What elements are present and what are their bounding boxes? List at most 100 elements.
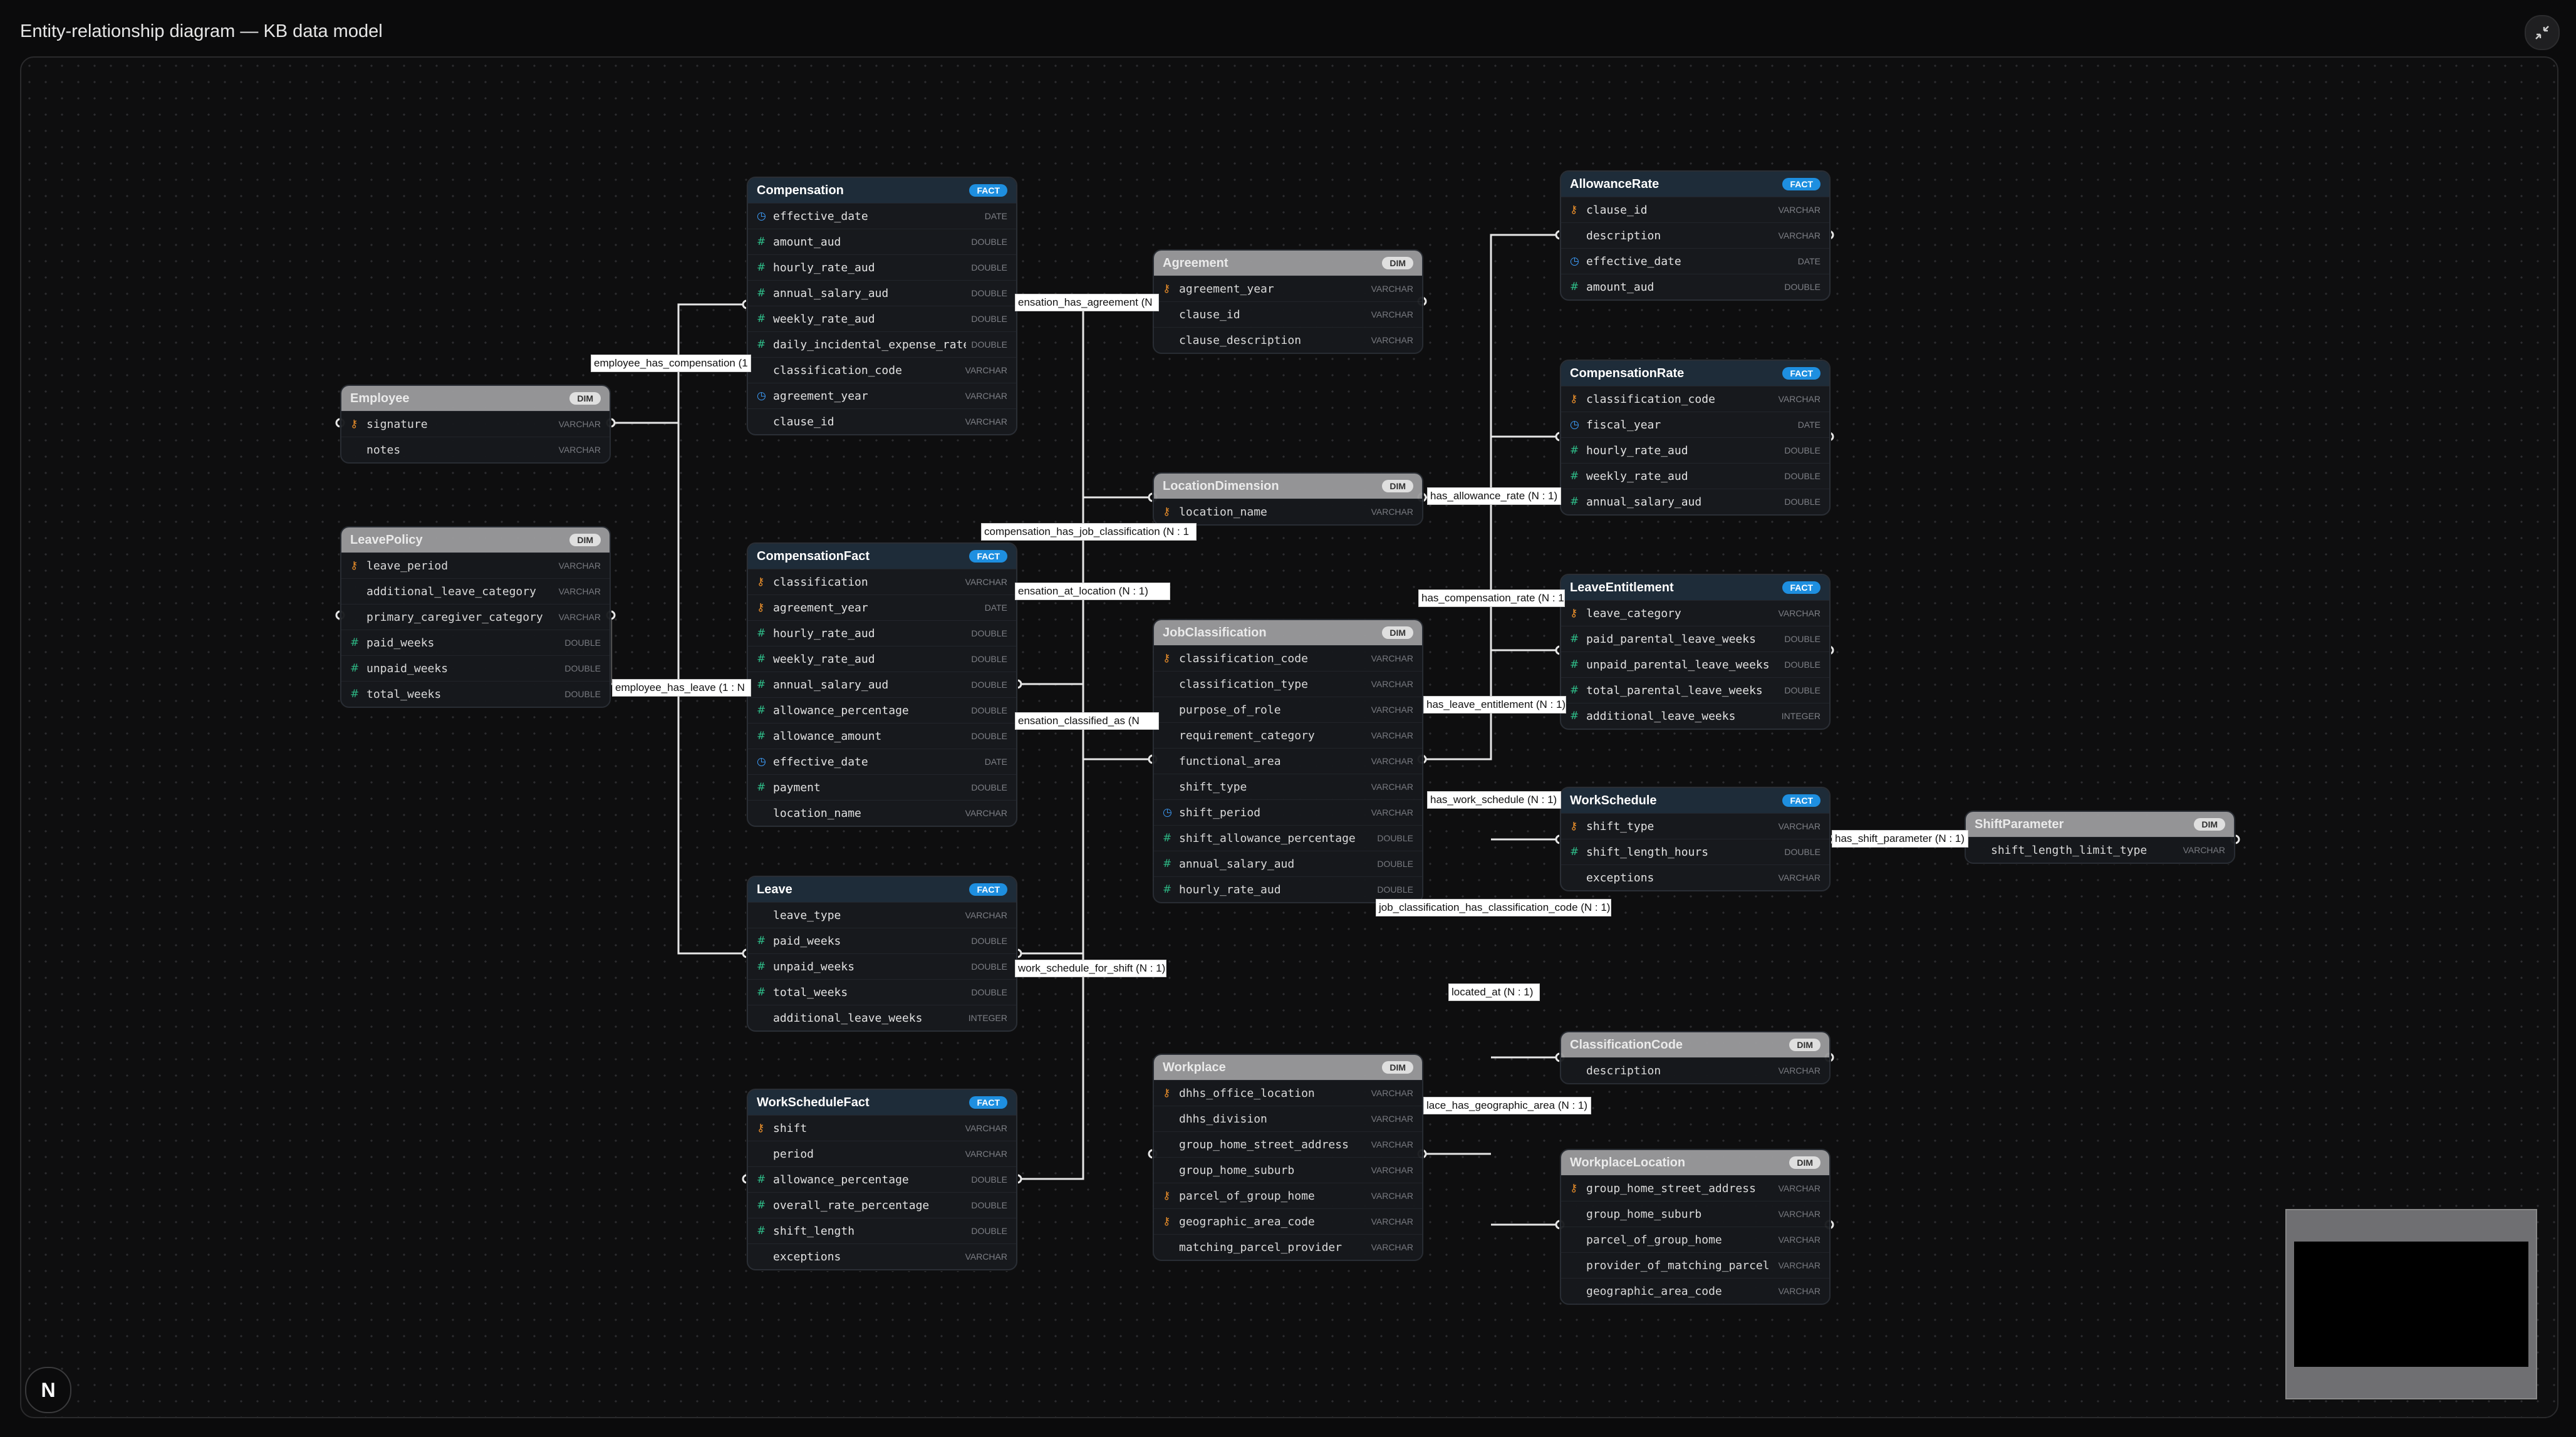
number-icon: #: [757, 627, 766, 640]
minimap-viewport[interactable]: [2294, 1242, 2528, 1367]
entity-header: Workplace DIM: [1154, 1055, 1422, 1080]
edge-label[interactable]: ensation_classified_as (N: [1015, 712, 1159, 730]
field-row: ⚷ group_home_street_address VARCHAR: [1561, 1175, 1829, 1201]
field-name: agreement_year: [1179, 282, 1274, 296]
edge-label[interactable]: has_allowance_rate (N : 1): [1427, 487, 1561, 505]
field-row: ◷ effective_date DATE: [748, 203, 1016, 229]
field-name: effective_date: [1586, 254, 1681, 268]
edge-label[interactable]: ensation_at_location (N : 1): [1015, 583, 1170, 600]
field-type: DOUBLE: [1377, 885, 1413, 895]
field-name: clause_description: [1179, 333, 1302, 347]
entity-title: WorkplaceLocation: [1570, 1155, 1686, 1170]
entity-node-allowancerate[interactable]: AllowanceRate FACT ⚷ clause_id VARCHAR descri…: [1560, 170, 1831, 301]
entity-title: Leave: [757, 882, 792, 896]
field-type: DOUBLE: [971, 314, 1007, 324]
entity-node-jobclassification[interactable]: JobClassification DIM ⚷ classification_code…: [1153, 619, 1423, 903]
field-type: VARCHAR: [965, 391, 1007, 401]
edge-label[interactable]: compensation_has_job_classification (N :…: [981, 523, 1197, 541]
clock-icon: ◷: [1570, 255, 1579, 267]
entity-node-compensationrate[interactable]: CompensationRate FACT ⚷ classification_code…: [1560, 360, 1831, 516]
field-name: exceptions: [773, 1250, 841, 1263]
edge-label[interactable]: has_shift_parameter (N : 1): [1832, 830, 1968, 848]
edge-label[interactable]: has_leave_entitlement (N : 1): [1423, 696, 1566, 713]
field-row: # allowance_percentage DOUBLE: [748, 1166, 1016, 1192]
number-icon: #: [757, 313, 766, 325]
field-row: notes VARCHAR: [341, 437, 610, 462]
field-row: # amount_aud DOUBLE: [1561, 274, 1829, 299]
field-type: VARCHAR: [965, 1149, 1007, 1159]
field-type: VARCHAR: [1371, 782, 1413, 792]
entity-node-classificationcode[interactable]: ClassificationCode DIM description VARCHAR: [1560, 1031, 1831, 1084]
field-type: DOUBLE: [971, 288, 1007, 298]
field-name: paid_weeks: [773, 934, 841, 948]
entity-kind-badge: FACT: [1782, 178, 1820, 190]
edge-label[interactable]: job_classification_has_classification_co…: [1376, 899, 1611, 916]
number-icon: #: [1570, 470, 1579, 482]
entity-node-compensation[interactable]: Compensation FACT ◷ effective_date DATE # amou…: [747, 177, 1017, 435]
entity-node-leave[interactable]: Leave FACT leave_type VARCHAR # paid_weeks DOU…: [747, 876, 1017, 1032]
edge-label[interactable]: ensation_has_agreement (N: [1015, 294, 1159, 311]
entity-node-shiftparameter[interactable]: ShiftParameter DIM shift_length_limit_type…: [1965, 811, 2235, 864]
field-name: provider_of_matching_parcel: [1586, 1258, 1770, 1272]
field-row: dhhs_division VARCHAR: [1154, 1106, 1422, 1131]
number-icon: #: [350, 636, 360, 649]
field-type: DOUBLE: [971, 654, 1007, 664]
field-name: shift_length_limit_type: [1991, 843, 2148, 857]
field-row: # total_parental_leave_weeks DOUBLE: [1561, 677, 1829, 703]
entity-node-workplace[interactable]: Workplace DIM ⚷ dhhs_office_location VARCHAR…: [1153, 1054, 1423, 1261]
field-row: # allowance_amount DOUBLE: [748, 723, 1016, 749]
entity-node-workplacelocation[interactable]: WorkplaceLocation DIM ⚷ group_home_street_a…: [1560, 1149, 1831, 1305]
entity-kind-badge: FACT: [1782, 794, 1820, 807]
logo-icon[interactable]: N: [25, 1367, 71, 1413]
entity-header: Compensation FACT: [748, 178, 1016, 203]
entity-node-employee[interactable]: Employee DIM ⚷ signature VARCHAR notes VARCHAR: [340, 385, 611, 464]
field-type: VARCHAR: [1778, 1235, 1820, 1245]
field-row: shift_type VARCHAR: [1154, 774, 1422, 799]
edge-label[interactable]: employee_has_leave (1 : N: [612, 679, 751, 697]
entity-node-leaveentitlement[interactable]: LeaveEntitlement FACT ⚷ leave_category VARCH…: [1560, 574, 1831, 730]
field-name: additional_leave_category: [366, 584, 536, 598]
entity-node-workschedulefact[interactable]: WorkScheduleFact FACT ⚷ shift VARCHAR period V…: [747, 1089, 1017, 1270]
field-type: DOUBLE: [971, 237, 1007, 247]
field-name: group_home_suburb: [1586, 1207, 1702, 1221]
edge-label[interactable]: work_schedule_for_shift (N : 1): [1015, 960, 1166, 977]
field-name: dhhs_office_location: [1179, 1086, 1315, 1100]
entity-node-locationdimension[interactable]: LocationDimension DIM ⚷ location_name VARCHA…: [1153, 472, 1423, 526]
field-row: group_home_suburb VARCHAR: [1561, 1201, 1829, 1227]
entity-node-leavepolicy[interactable]: LeavePolicy DIM ⚷ leave_period VARCHAR additi…: [340, 526, 611, 708]
edge-label[interactable]: has_work_schedule (N : 1): [1427, 791, 1561, 809]
field-name: fiscal_year: [1586, 418, 1661, 432]
edge-label[interactable]: located_at (N : 1): [1448, 983, 1540, 1001]
field-type: VARCHAR: [558, 586, 601, 596]
field-row: ⚷ clause_id VARCHAR: [1561, 197, 1829, 222]
field-name: exceptions: [1586, 871, 1654, 885]
entity-node-compensationfact[interactable]: CompensationFact FACT ⚷ classification VARCH…: [747, 542, 1017, 827]
entity-node-workschedule[interactable]: WorkSchedule FACT ⚷ shift_type VARCHAR # shift…: [1560, 787, 1831, 891]
collapse-icon[interactable]: [2525, 15, 2560, 50]
field-row: description VARCHAR: [1561, 222, 1829, 248]
edge-label[interactable]: employee_has_compensation (1: [591, 355, 751, 372]
minimap[interactable]: [2285, 1209, 2537, 1399]
edge-label[interactable]: has_compensation_rate (N : 1: [1418, 589, 1565, 607]
field-row: ⚷ geographic_area_code VARCHAR: [1154, 1208, 1422, 1234]
entity-node-agreement[interactable]: Agreement DIM ⚷ agreement_year VARCHAR clause…: [1153, 249, 1423, 354]
field-name: group_home_suburb: [1179, 1163, 1295, 1177]
entity-title: WorkSchedule: [1570, 793, 1657, 807]
field-type: VARCHAR: [1371, 309, 1413, 319]
field-type: DOUBLE: [971, 628, 1007, 638]
field-row: # hourly_rate_aud DOUBLE: [1154, 876, 1422, 902]
field-name: location_name: [773, 806, 861, 820]
field-name: hourly_rate_aud: [1586, 444, 1688, 457]
number-icon: #: [757, 287, 766, 299]
field-name: shift_period: [1179, 806, 1261, 819]
field-row: # paid_weeks DOUBLE: [341, 630, 610, 655]
field-type: VARCHAR: [1778, 873, 1820, 883]
field-type: DOUBLE: [564, 689, 601, 699]
entity-header: LeaveEntitlement FACT: [1561, 575, 1829, 600]
number-icon: #: [1570, 633, 1579, 645]
field-type: DOUBLE: [1784, 282, 1820, 292]
edge-label[interactable]: lace_has_geographic_area (N : 1): [1423, 1097, 1591, 1114]
entity-title: LeavePolicy: [350, 532, 423, 547]
field-row: ⚷ shift VARCHAR: [748, 1115, 1016, 1141]
field-row: # unpaid_parental_leave_weeks DOUBLE: [1561, 651, 1829, 677]
